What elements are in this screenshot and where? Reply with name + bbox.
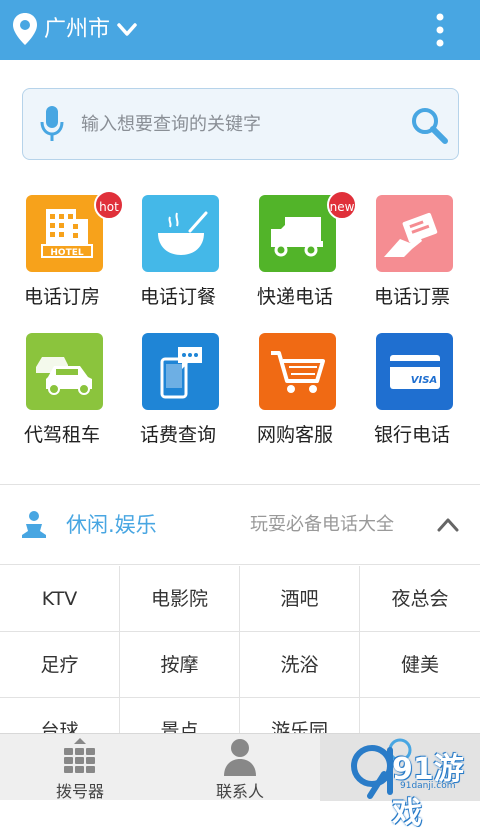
category-header[interactable]: 休闲.娱乐 玩耍必备电话大全	[0, 485, 480, 565]
service-label: 代驾租车	[24, 424, 101, 446]
search-box[interactable]: 输入想要查询的关键字	[22, 88, 459, 160]
phone-chat-icon	[142, 333, 219, 410]
tab-contacts[interactable]: 联系人	[160, 734, 320, 801]
tab-label: 拨号器	[55, 782, 104, 801]
tab-dialer[interactable]: 拨号器	[0, 734, 160, 801]
list-item[interactable]: 酒吧	[240, 566, 360, 632]
service-label: 话费查询	[140, 424, 217, 446]
service-label: 快递电话	[257, 286, 334, 308]
bank-card-icon: VISA	[376, 333, 453, 410]
list-item[interactable]: KTV	[0, 566, 120, 632]
car-icon	[26, 333, 103, 410]
svg-text:VISA: VISA	[411, 375, 437, 386]
microphone-icon[interactable]	[39, 105, 65, 143]
list-item[interactable]: 足疗	[0, 632, 120, 698]
service-item-delivery[interactable]: new 快递电话	[233, 190, 357, 320]
more-vertical-icon[interactable]	[430, 12, 450, 48]
service-item-hotel[interactable]: HOTEL hot 电话订房	[0, 190, 124, 320]
service-item-shopping[interactable]: 网购客服	[233, 328, 353, 458]
tab-label: 联系人	[215, 782, 264, 801]
search-input[interactable]: 输入想要查询的关键字	[81, 89, 261, 161]
list-item[interactable]: 夜总会	[360, 566, 480, 632]
section-subtitle: 玩耍必备电话大全	[250, 514, 394, 535]
delivery-truck-icon	[259, 195, 336, 272]
shopping-cart-icon	[259, 333, 336, 410]
service-label: 网购客服	[257, 424, 334, 446]
food-bowl-icon	[142, 195, 219, 272]
service-item-car[interactable]: 代驾租车	[0, 328, 120, 458]
section-title: 休闲.娱乐	[66, 513, 157, 537]
list-item[interactable]: 电影院	[120, 566, 240, 632]
service-item-food[interactable]: 电话订餐	[116, 190, 236, 320]
service-label: 银行电话	[374, 424, 451, 446]
list-item[interactable]: 健美	[360, 632, 480, 698]
service-label: 电话订房	[24, 286, 101, 308]
hotel-icon: HOTEL	[26, 195, 103, 272]
watermark-url: 91danji.com	[400, 781, 456, 791]
service-label: 电话订票	[374, 286, 451, 308]
service-item-ticket[interactable]: 电话订票	[350, 190, 470, 320]
meditation-person-icon	[22, 511, 46, 538]
top-bar: 广州市	[0, 0, 480, 60]
service-item-bank[interactable]: VISA 银行电话	[350, 328, 470, 458]
location-pin-icon[interactable]	[12, 12, 38, 46]
list-item[interactable]: 洗浴	[240, 632, 360, 698]
ticket-icon	[376, 195, 453, 272]
chevron-up-icon[interactable]	[436, 513, 460, 537]
svg-text:HOTEL: HOTEL	[50, 248, 83, 258]
service-label: 电话订餐	[140, 286, 217, 308]
service-item-phone-bill[interactable]: 话费查询	[116, 328, 236, 458]
dialpad-icon	[64, 738, 95, 773]
search-icon[interactable]	[409, 105, 449, 145]
chevron-down-icon[interactable]	[116, 22, 138, 38]
list-item[interactable]: 按摩	[120, 632, 240, 698]
contact-person-icon	[224, 739, 256, 776]
city-selector[interactable]: 广州市	[44, 15, 110, 45]
